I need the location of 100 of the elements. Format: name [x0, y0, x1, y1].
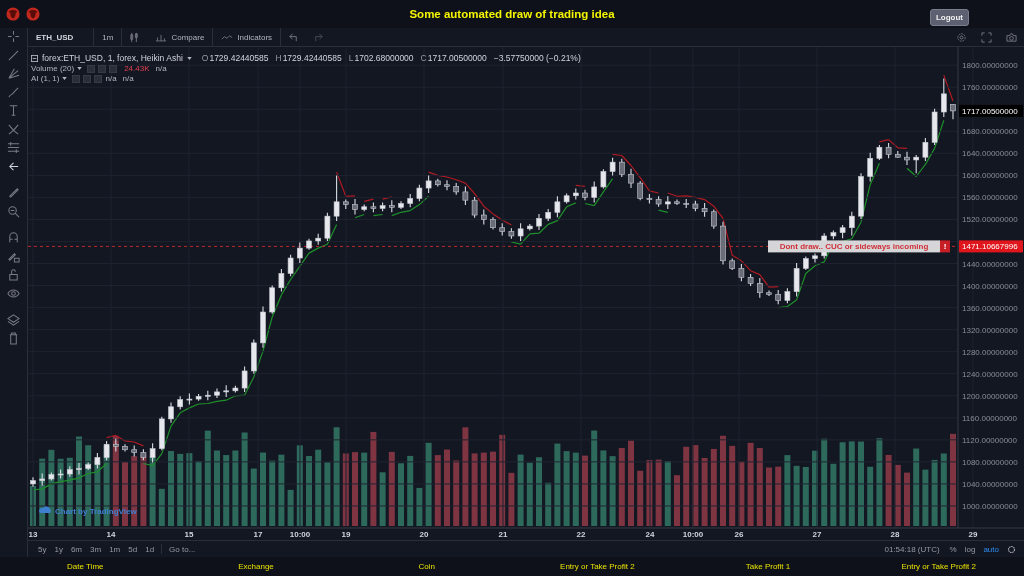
- time-axis-label: 17: [253, 530, 263, 539]
- fork-icon[interactable]: [7, 67, 20, 80]
- caret-icon[interactable]: [62, 77, 68, 80]
- scale-toggle[interactable]: %: [945, 544, 961, 554]
- caret-icon[interactable]: [186, 56, 192, 60]
- price-axis-label: 1080.00000000: [962, 457, 1018, 467]
- column-heading: Exchange: [237, 562, 275, 571]
- study-value: n/a: [155, 64, 167, 73]
- time-axis-label: 10:00: [682, 530, 704, 539]
- price-axis-label: 1520.00000000: [962, 215, 1018, 225]
- crosshair-icon[interactable]: [7, 30, 20, 43]
- bull-logo-icon: [6, 7, 20, 21]
- price-axis-label: 1000.00000000: [962, 501, 1018, 511]
- study-name[interactable]: Volume (20): [31, 64, 75, 73]
- study-value: n/a: [122, 74, 134, 83]
- settings-icon[interactable]: [1007, 544, 1016, 554]
- price-axis-label: 1360.00000000: [962, 303, 1018, 313]
- change-value: −3.57750000 (−0.21%): [493, 53, 581, 63]
- page-title: Some automated draw of trading idea: [409, 8, 615, 20]
- column-heading: Entry or Take Profit 2: [559, 562, 636, 571]
- price-axis-label: 1680.00000000: [962, 127, 1018, 137]
- range-button[interactable]: 3m: [86, 544, 106, 554]
- zoom-icon[interactable]: [7, 204, 20, 218]
- goto-button[interactable]: Go to...: [165, 544, 200, 554]
- price-axis-label: 1760.00000000: [962, 83, 1018, 93]
- time-axis-label: 20: [419, 530, 429, 539]
- trash-icon[interactable]: [7, 331, 20, 345]
- price-axis-label: 1440.00000000: [962, 259, 1018, 269]
- text-icon[interactable]: [7, 104, 20, 117]
- collapse-icon[interactable]: [31, 54, 38, 62]
- time-axis-label: 28: [890, 530, 900, 539]
- time-axis-label: 15: [184, 530, 194, 539]
- series-title[interactable]: forex:ETH_USD, 1, forex, Heikin Ashi: [42, 53, 183, 63]
- column-heading: Take Profit 1: [744, 562, 792, 571]
- magnet-icon[interactable]: [7, 231, 20, 244]
- price-axis-label: 1040.00000000: [962, 479, 1018, 489]
- ohlc-value: L 1702.68000000: [348, 53, 414, 63]
- layers-icon[interactable]: [7, 313, 20, 326]
- range-button[interactable]: 5y: [34, 544, 51, 554]
- range-button[interactable]: 1m: [105, 544, 125, 554]
- price-axis-label: 1160.00000000: [962, 413, 1018, 423]
- time-axis-label: 14: [106, 530, 116, 539]
- study-value: n/a: [105, 74, 117, 83]
- time-axis-label: 27: [812, 530, 822, 539]
- price-axis-label: 1600.00000000: [962, 171, 1018, 181]
- price-axis-label: 1200.00000000: [962, 391, 1018, 401]
- undo-icon[interactable]: [288, 31, 300, 43]
- ohlc-value: O 1729.42440585: [201, 53, 269, 63]
- bull-logo-icon: [26, 7, 40, 21]
- scale-toggle[interactable]: auto: [979, 544, 1003, 554]
- range-button[interactable]: 1y: [50, 544, 67, 554]
- eye-icon[interactable]: [7, 286, 20, 300]
- time-axis-label: 19: [341, 530, 351, 539]
- range-button[interactable]: 6m: [66, 544, 87, 554]
- price-axis-label: 1320.00000000: [962, 325, 1018, 335]
- symbol-button[interactable]: ETH_USD: [28, 28, 95, 46]
- column-heading: Date Time: [66, 562, 105, 571]
- time-axis-label: 13: [28, 530, 38, 539]
- study-value: 24.43K: [124, 64, 150, 73]
- time-axis-label: 24: [645, 530, 655, 539]
- camera-icon[interactable]: [1006, 31, 1017, 43]
- indicators-button[interactable]: Indicators: [213, 28, 282, 46]
- cloud-icon: [39, 506, 51, 513]
- ohlc-value: C 1717.00500000: [420, 53, 487, 63]
- alert-badge[interactable]: !: [940, 240, 950, 253]
- last-price-label: 1717.00500000: [959, 104, 1023, 117]
- compare-button[interactable]: Compare: [147, 28, 214, 46]
- settings-icon[interactable]: [956, 31, 967, 43]
- caret-icon[interactable]: [77, 67, 83, 70]
- annotation-label[interactable]: Dont draw.. CUC or sideways incoming: [768, 240, 940, 253]
- line-chart-icon: [221, 32, 234, 42]
- ohlc-value: H 1729.42440585: [275, 53, 342, 63]
- study-name[interactable]: AI (1, 1): [31, 74, 60, 83]
- price-axis-label: 1240.00000000: [962, 369, 1018, 379]
- fullscreen-icon[interactable]: [981, 31, 992, 43]
- logout-button[interactable]: Logout: [929, 8, 969, 26]
- price-axis-label: 1800.00000000: [962, 61, 1018, 71]
- lock-icon[interactable]: [7, 268, 20, 281]
- interval-button[interactable]: 1m: [94, 28, 123, 46]
- column-heading: Coin: [417, 562, 436, 571]
- price-axis-label: 1400.00000000: [962, 281, 1018, 291]
- range-button[interactable]: 1d: [141, 544, 159, 554]
- time-axis-label: 29: [968, 530, 978, 539]
- price-axis-label: 1120.00000000: [962, 435, 1018, 445]
- time-axis-label: 26: [734, 530, 744, 539]
- time-axis-label: 10:00: [289, 530, 311, 539]
- price-axis-label: 1560.00000000: [962, 193, 1018, 203]
- range-button[interactable]: 5d: [124, 544, 142, 554]
- price-axis-label: 1640.00000000: [962, 149, 1018, 159]
- scale-toggle[interactable]: log: [960, 544, 980, 554]
- ruler-icon[interactable]: [7, 141, 20, 154]
- bar-chart-icon: [155, 32, 168, 42]
- column-heading: Entry or Take Profit 2: [900, 562, 977, 571]
- alert-price-label: 1471.10667996: [959, 240, 1023, 253]
- time-axis-label: 21: [498, 530, 508, 539]
- line-icon[interactable]: [7, 48, 20, 62]
- price-axis-label: 1280.00000000: [962, 347, 1018, 357]
- candles-icon[interactable]: [129, 31, 141, 43]
- time-axis-label: 22: [576, 530, 586, 539]
- pencil-icon[interactable]: [7, 186, 20, 199]
